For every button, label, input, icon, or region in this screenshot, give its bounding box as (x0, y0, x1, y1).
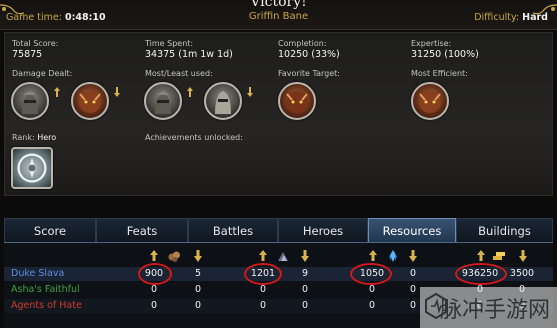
value-cell: 0 (259, 300, 267, 311)
value-cell: 0 (368, 300, 376, 311)
ore-icon (167, 248, 181, 262)
most-least-used-label: Most/Least used: (145, 69, 213, 78)
knight-portrait[interactable] (11, 82, 49, 120)
value-cell: 900 (144, 268, 164, 279)
difficulty-value: Hard (522, 12, 548, 23)
arrow-down-icon (246, 82, 254, 97)
watermark-text: 脉冲手游网 (440, 298, 551, 323)
value-cell: 0 (368, 284, 376, 295)
arrow-up-icon (186, 82, 194, 97)
demon-portrait[interactable] (71, 82, 109, 120)
value-cell: 1201 (250, 268, 276, 279)
game-time: Game time: 0:48:10 (6, 12, 106, 23)
player-name: Asha's Faithful (11, 284, 80, 295)
value-cell: 0 (259, 284, 267, 295)
arrow-down-icon (516, 248, 530, 262)
arrow-down-icon (113, 82, 121, 97)
value-cell: 0 (301, 300, 309, 311)
difficulty-label: Difficulty: (474, 12, 520, 23)
completion-value: 10250 (33%) (278, 49, 340, 60)
arrow-up-icon (147, 248, 161, 262)
total-score-value: 75875 (12, 49, 43, 60)
value-cell: 936250 (461, 268, 499, 279)
rank: Rank: Hero (12, 133, 56, 142)
value-cell: 5 (194, 268, 202, 279)
value-cell: 0 (409, 268, 417, 279)
crystal-icon (386, 248, 400, 262)
expertise-value: 31250 (100%) (411, 49, 479, 60)
value-cell: 0 (194, 284, 202, 295)
game-time-value: 0:48:10 (65, 12, 106, 23)
rank-value: Hero (37, 133, 57, 142)
completion-label: Completion: (278, 39, 327, 48)
value-cell: 1050 (359, 268, 385, 279)
arrow-down-icon (406, 248, 420, 262)
tab-feats[interactable]: Feats (96, 218, 188, 242)
knight-portrait[interactable] (144, 82, 182, 120)
arrow-down-icon (298, 248, 312, 262)
arrow-up-icon (474, 248, 488, 262)
player-name: Agents of Hate (11, 300, 82, 311)
arrow-down-icon (191, 248, 205, 262)
expertise-label: Expertise: (411, 39, 452, 48)
tab-score[interactable]: Score (4, 218, 96, 242)
tab-bar: Score Feats Battles Heroes Resources Bui… (4, 218, 553, 242)
crystal-pile-icon (276, 248, 290, 262)
damage-dealt-label: Damage Dealt: (12, 69, 73, 78)
value-cell: 0 (194, 300, 202, 311)
victory-title: Victory! (250, 0, 307, 10)
difficulty: Difficulty: Hard (474, 12, 548, 23)
demon-portrait[interactable] (278, 82, 316, 120)
stats-panel: Total Score: 75875 Time Spent: 34375 (1m… (4, 32, 553, 196)
value-cell: 0 (150, 300, 158, 311)
value-cell: 0 (301, 284, 309, 295)
total-score-label: Total Score: (12, 39, 59, 48)
demon-portrait[interactable] (411, 82, 449, 120)
gold-icon (492, 248, 506, 262)
player-name: Duke Slava (11, 268, 65, 279)
value-cell: 3500 (509, 268, 535, 279)
game-time-label: Game time: (6, 12, 62, 23)
tab-heroes[interactable]: Heroes (278, 218, 368, 242)
value-cell: 0 (150, 284, 158, 295)
achievements-label: Achievements unlocked: (145, 133, 243, 142)
table-row: Duke Slava 900 5 1201 9 1050 0 936250 35… (4, 267, 553, 281)
victory-banner: Victory! Griffin Bane Game time: 0:48:10… (0, 0, 557, 30)
tab-buildings[interactable]: Buildings (456, 218, 553, 242)
value-cell: 9 (301, 268, 309, 279)
arrow-up-icon (256, 248, 270, 262)
rank-label: Rank: (12, 133, 35, 142)
favorite-target-label: Favorite Target: (278, 69, 340, 78)
most-efficient-label: Most Efficient: (411, 69, 468, 78)
arrow-up-icon (366, 248, 380, 262)
time-spent-value: 34375 (1m 1w 1d) (145, 49, 233, 60)
time-spent-label: Time Spent: (145, 39, 194, 48)
arrow-up-icon (53, 82, 61, 97)
tab-battles[interactable]: Battles (188, 218, 278, 242)
paladin-portrait[interactable] (204, 82, 242, 120)
tab-resources[interactable]: Resources (368, 218, 456, 242)
rank-badge-icon (11, 147, 53, 189)
